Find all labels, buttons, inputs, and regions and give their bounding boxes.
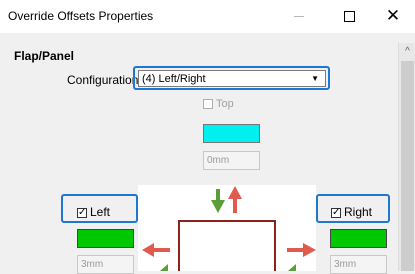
left-color-swatch[interactable] xyxy=(77,229,134,248)
right-offset-field[interactable]: 3mm xyxy=(330,255,387,274)
arrow-left-red-icon xyxy=(142,243,170,257)
left-checkbox-group[interactable]: ✓ Left xyxy=(77,205,110,219)
arrow-bottom-left-green-icon xyxy=(160,264,168,271)
arrow-bottom-right-green-icon xyxy=(288,264,296,271)
right-checkbox-label[interactable]: Right xyxy=(344,205,372,219)
right-checkbox[interactable]: ✓ xyxy=(331,207,341,218)
right-color-swatch[interactable] xyxy=(330,229,387,248)
arrow-right-red-icon xyxy=(287,243,316,257)
arrow-up-red-icon xyxy=(228,186,242,213)
left-checkbox[interactable]: ✓ xyxy=(77,207,87,218)
left-offset-field[interactable]: 3mm xyxy=(77,255,134,274)
left-checkbox-label[interactable]: Left xyxy=(90,205,110,219)
right-checkbox-group[interactable]: ✓ Right xyxy=(331,205,372,219)
arrow-down-green-icon xyxy=(211,189,225,213)
